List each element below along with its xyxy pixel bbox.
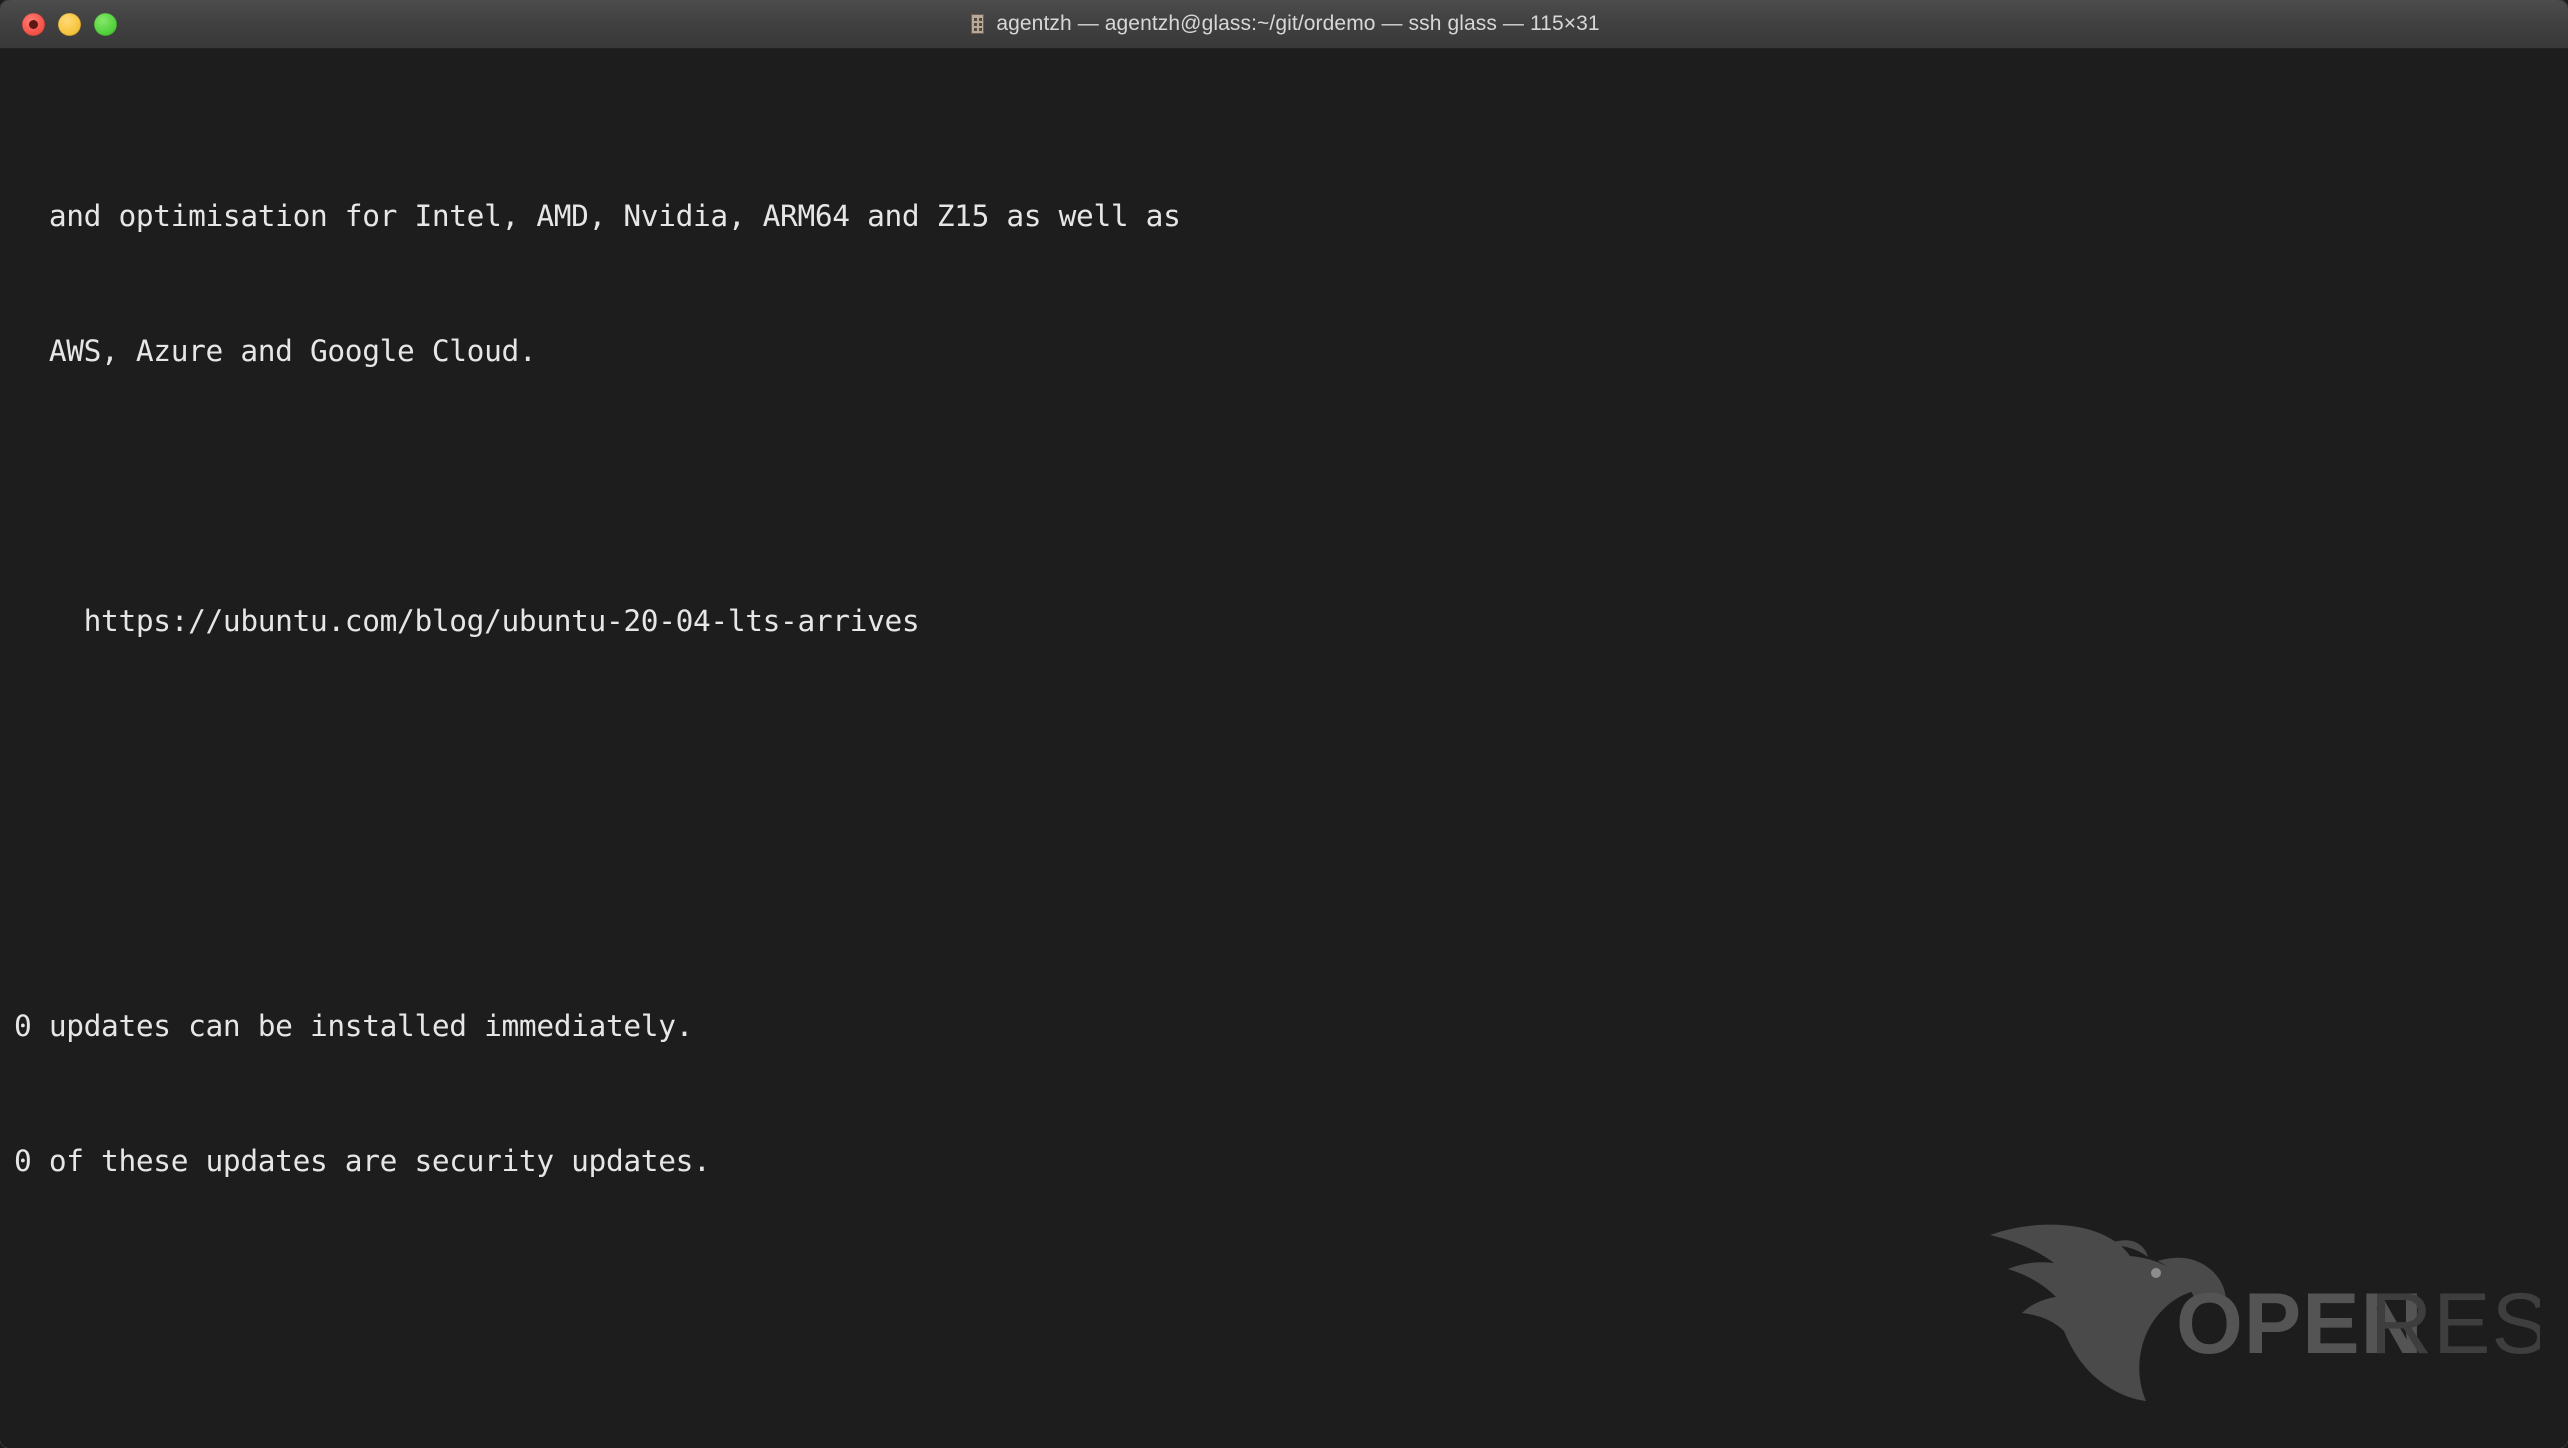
line-text: AWS, Azure and Google Cloud. (14, 334, 537, 368)
terminal-body[interactable]: OPEN RESTY and optimisation for Intel, A… (0, 49, 2568, 1448)
window-title-group: agentzh — agentzh@glass:~/git/ordemo — s… (0, 12, 2568, 36)
terminal-line: 0 of these updates are security updates. (14, 1139, 2568, 1184)
terminal-line: 0 updates can be installed immediately. (14, 1004, 2568, 1049)
terminal-screen: and optimisation for Intel, AMD, Nvidia,… (14, 59, 2568, 1448)
terminal-document-icon (968, 13, 987, 35)
terminal-line: and optimisation for Intel, AMD, Nvidia,… (14, 194, 2568, 239)
line-text: https://ubuntu.com/blog/ubuntu-20-04-lts… (14, 604, 920, 638)
close-window-button[interactable] (22, 12, 45, 36)
maximize-window-button[interactable] (94, 12, 117, 36)
window-controls (22, 0, 117, 48)
terminal-line: https://ubuntu.com/blog/ubuntu-20-04-lts… (14, 599, 2568, 644)
line-text: 0 of these updates are security updates. (14, 1144, 711, 1178)
minimize-window-button[interactable] (58, 12, 81, 36)
line-text: and optimisation for Intel, AMD, Nvidia,… (14, 199, 1181, 233)
terminal-window: agentzh — agentzh@glass:~/git/ordemo — s… (0, 0, 2568, 1448)
window-titlebar[interactable]: agentzh — agentzh@glass:~/git/ordemo — s… (0, 0, 2568, 49)
terminal-line: AWS, Azure and Google Cloud. (14, 329, 2568, 374)
window-title: agentzh — agentzh@glass:~/git/ordemo — s… (996, 12, 1600, 35)
line-text: 0 updates can be installed immediately. (14, 1009, 694, 1043)
